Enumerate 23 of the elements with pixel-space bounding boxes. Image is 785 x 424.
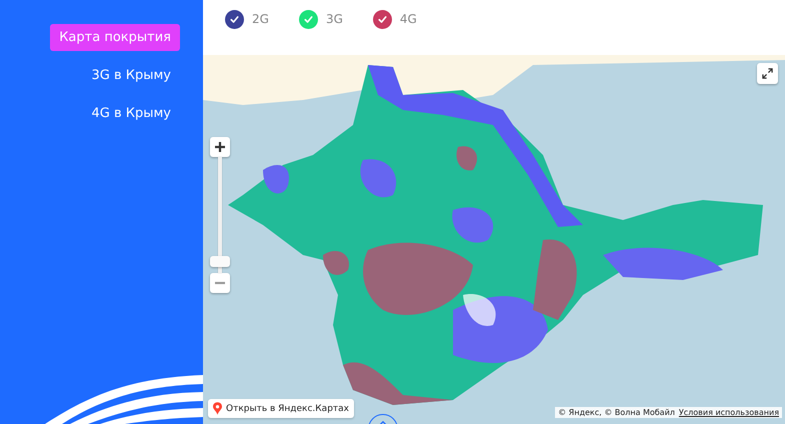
zoom-slider[interactable]	[210, 157, 230, 273]
open-in-maps-link[interactable]: Открыть в Яндекс.Картах	[208, 399, 354, 418]
menu-link[interactable]: 4G в Крыму	[82, 100, 180, 127]
fullscreen-icon	[762, 68, 773, 79]
map-pin-icon	[213, 402, 222, 415]
fullscreen-button[interactable]	[757, 63, 778, 84]
checkbox[interactable]	[225, 10, 244, 28]
zoom-in-button[interactable]	[210, 137, 230, 157]
checkmark-icon	[302, 14, 314, 24]
terms-link[interactable]: Условия использования	[678, 408, 779, 417]
legend-label: 2G	[252, 12, 269, 26]
slider-handle[interactable]	[210, 256, 230, 268]
checkmark-icon	[229, 14, 240, 24]
menu-link[interactable]: 3G в Крыму	[82, 62, 180, 89]
checkbox[interactable]	[372, 10, 392, 28]
zoom-out-button[interactable]	[210, 273, 230, 293]
attribution-text: © Яндекс, © Волна Мобайл	[558, 408, 675, 417]
checkmark-icon	[376, 14, 388, 24]
menu-link[interactable]: Карта покрытия	[50, 24, 180, 51]
legend-label: 4G	[400, 12, 417, 26]
legend-label: 3G	[326, 12, 343, 26]
plus-icon	[214, 141, 226, 153]
checkbox[interactable]	[298, 10, 318, 28]
